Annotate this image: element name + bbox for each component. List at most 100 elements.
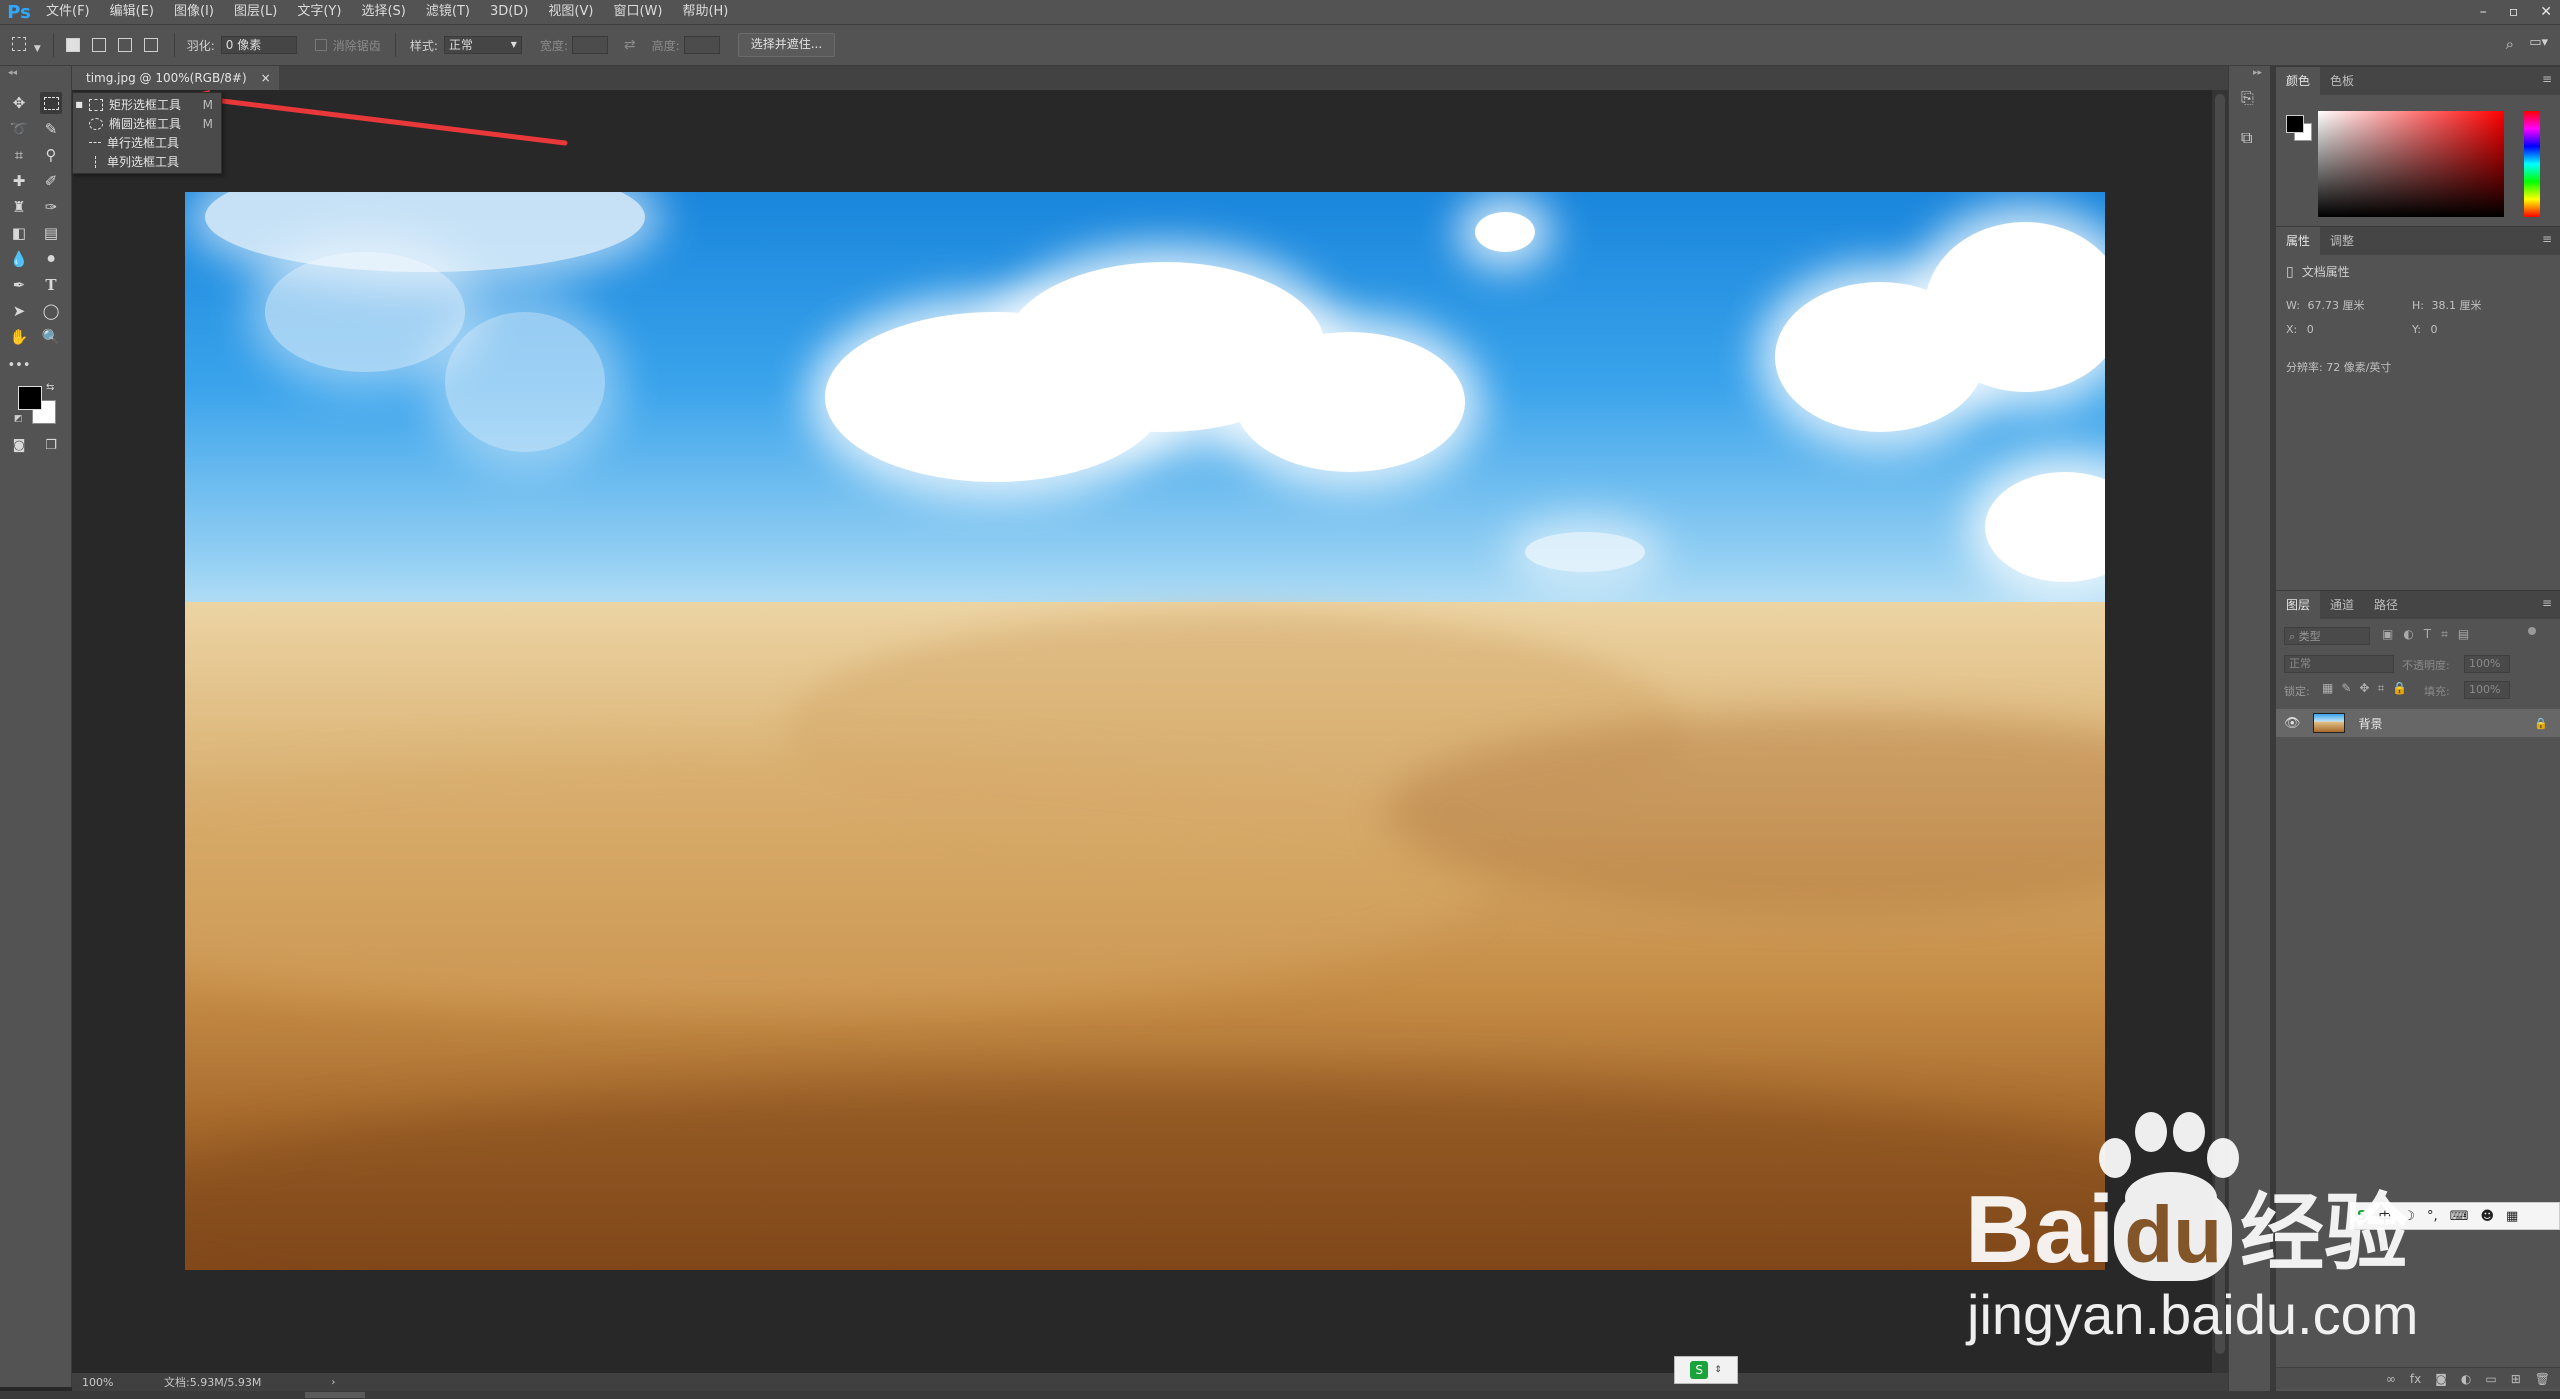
fill-input[interactable]: 100%	[2464, 681, 2510, 699]
foreground-color-swatch[interactable]	[18, 386, 42, 410]
collapse-toolbar-icon[interactable]: ◂◂	[8, 68, 17, 78]
horizontal-scroll-thumb[interactable]	[305, 1392, 365, 1398]
brush-tool-icon[interactable]: ✐	[40, 170, 62, 192]
ime-indicator[interactable]: S ⇕	[1674, 1356, 1738, 1384]
pen-tool-icon[interactable]: ✒	[8, 274, 30, 296]
menu-window[interactable]: 窗口(W)	[603, 0, 672, 24]
menu-image[interactable]: 图像(I)	[164, 0, 224, 24]
stamp-tool-icon[interactable]: ♜	[8, 196, 30, 218]
y-value[interactable]: 0	[2430, 323, 2437, 336]
history-brush-icon[interactable]: ✑	[40, 196, 62, 218]
tab-channels[interactable]: 通道	[2320, 591, 2364, 619]
flyout-item-single-row[interactable]: 单行选框工具	[73, 133, 221, 152]
tab-swatches[interactable]: 色板	[2320, 67, 2364, 95]
tab-paths[interactable]: 路径	[2364, 591, 2408, 619]
type-tool-icon[interactable]: T	[40, 274, 62, 296]
flyout-item-rect-marquee[interactable]: ■ 矩形选框工具 M	[73, 95, 221, 114]
link-layers-icon[interactable]: ∞	[2386, 1372, 2396, 1386]
flyout-item-ellipse-marquee[interactable]: 椭圆选框工具 M	[73, 114, 221, 133]
tab-layers[interactable]: 图层	[2276, 591, 2321, 619]
flyout-item-single-column[interactable]: 单列选框工具	[73, 152, 221, 171]
search-icon[interactable]: ⌕	[2506, 35, 2514, 53]
lock-icons[interactable]: ▦✎✥⌗🔒	[2322, 681, 2415, 696]
zoom-tool-icon[interactable]: 🔍	[40, 326, 62, 348]
path-select-icon[interactable]: ➤	[8, 300, 30, 322]
style-select[interactable]: 正常 ▼	[443, 36, 522, 54]
quick-select-tool-icon[interactable]: ✎	[40, 118, 62, 140]
x-value[interactable]: 0	[2307, 323, 2314, 336]
menu-type[interactable]: 文字(Y)	[287, 0, 351, 24]
subtract-selection-icon[interactable]	[117, 38, 132, 52]
blend-mode-select[interactable]: 正常	[2284, 655, 2394, 673]
layer-name[interactable]: 背景	[2359, 715, 2383, 732]
h-value[interactable]: 38.1 厘米	[2431, 299, 2481, 312]
panel-menu-icon[interactable]: ≡	[2542, 596, 2552, 610]
chevron-right-icon[interactable]: ›	[331, 1377, 335, 1388]
feather-input[interactable]: 0 像素	[220, 36, 297, 54]
w-value[interactable]: 67.73 厘米	[2307, 299, 2364, 312]
gradient-tool-icon[interactable]: ▤	[40, 222, 62, 244]
properties-panel-icon[interactable]: ⧉	[2241, 128, 2252, 148]
move-tool-icon[interactable]: ✥	[8, 92, 30, 114]
panel-menu-icon[interactable]: ≡	[2542, 232, 2552, 246]
new-group-icon[interactable]: ▭	[2485, 1372, 2496, 1386]
hue-slider[interactable]	[2524, 111, 2540, 217]
fg-color-chip[interactable]	[2286, 115, 2304, 133]
adjustment-layer-icon[interactable]: ◐	[2461, 1372, 2471, 1386]
select-and-mask-button[interactable]: 选择并遮住...	[737, 33, 836, 57]
tab-adjustments[interactable]: 调整	[2320, 227, 2364, 255]
filter-toggle-icon[interactable]	[2528, 627, 2536, 635]
document-tab[interactable]: timg.jpg @ 100%(RGB/8#) ×	[72, 66, 279, 90]
workspace-icon[interactable]: ▭▾	[2529, 35, 2548, 50]
expand-panels-icon[interactable]: ▸▸	[2253, 68, 2262, 78]
fx-icon[interactable]: fx	[2410, 1372, 2421, 1386]
panel-menu-icon[interactable]: ≡	[2542, 72, 2552, 86]
restore-button[interactable]: ▫	[2509, 4, 2519, 20]
tab-properties[interactable]: 属性	[2276, 227, 2321, 255]
menu-file[interactable]: 文件(F)	[36, 0, 100, 24]
menu-filter[interactable]: 滤镜(T)	[416, 0, 480, 24]
delete-layer-icon[interactable]: 🗑	[2535, 1372, 2550, 1386]
user-icon[interactable]: ☻	[2480, 1209, 2494, 1224]
eraser-tool-icon[interactable]: ◧	[8, 222, 30, 244]
menu-select[interactable]: 选择(S)	[351, 0, 415, 24]
menu-layer[interactable]: 图层(L)	[224, 0, 287, 24]
eye-visibility-icon[interactable]: 👁	[2284, 716, 2301, 731]
zoom-readout[interactable]: 100%	[82, 1376, 142, 1389]
intersect-selection-icon[interactable]	[143, 38, 158, 52]
grid-icon[interactable]: ▦	[2506, 1209, 2518, 1224]
more-tools-icon[interactable]: •••	[8, 354, 31, 376]
lasso-tool-icon[interactable]: ➰	[8, 118, 30, 140]
color-field[interactable]	[2318, 111, 2504, 217]
menu-help[interactable]: 帮助(H)	[672, 0, 738, 24]
menu-view[interactable]: 视图(V)	[538, 0, 603, 24]
history-panel-icon[interactable]: ⎘	[2241, 88, 2254, 108]
quick-mask-icon[interactable]: ◙	[8, 434, 30, 456]
antialias-checkbox[interactable]	[314, 39, 327, 51]
layer-row-background[interactable]: 👁 背景 🔒	[2276, 709, 2560, 737]
default-colors-icon[interactable]: ◩	[14, 414, 23, 424]
layer-filter-icons[interactable]: ▣◐T⌗▤	[2382, 627, 2479, 642]
tool-preset-picker[interactable]: ▼	[12, 36, 41, 54]
ellipse-shape-icon[interactable]: ◯	[40, 300, 62, 322]
healing-brush-icon[interactable]: ✚	[8, 170, 30, 192]
blur-tool-icon[interactable]: 💧	[8, 248, 30, 270]
crop-tool-icon[interactable]: ⌗	[8, 144, 30, 166]
menu-3d[interactable]: 3D(D)	[480, 0, 538, 24]
close-tab-icon[interactable]: ×	[261, 66, 271, 90]
opacity-input[interactable]: 100%	[2464, 655, 2510, 673]
horizontal-scrollbar[interactable]	[0, 1391, 2560, 1399]
new-layer-icon[interactable]: ⊞	[2511, 1372, 2521, 1386]
swap-colors-icon[interactable]: ⇆	[46, 382, 54, 393]
new-selection-icon[interactable]	[65, 38, 80, 52]
screen-mode-icon[interactable]: ❐	[40, 434, 62, 456]
eyedropper-tool-icon[interactable]: ⚲	[40, 144, 62, 166]
minimize-button[interactable]: –	[2480, 4, 2487, 20]
rect-marquee-tool-icon[interactable]	[40, 92, 62, 114]
menu-edit[interactable]: 编辑(E)	[100, 0, 164, 24]
keyboard-icon[interactable]: ⌨	[2450, 1209, 2469, 1224]
layer-filter-select[interactable]: ⌕ 类型	[2284, 627, 2370, 645]
add-mask-icon[interactable]: ◙	[2435, 1372, 2447, 1386]
tab-color[interactable]: 颜色	[2276, 67, 2321, 95]
close-button[interactable]: ✕	[2540, 4, 2552, 20]
